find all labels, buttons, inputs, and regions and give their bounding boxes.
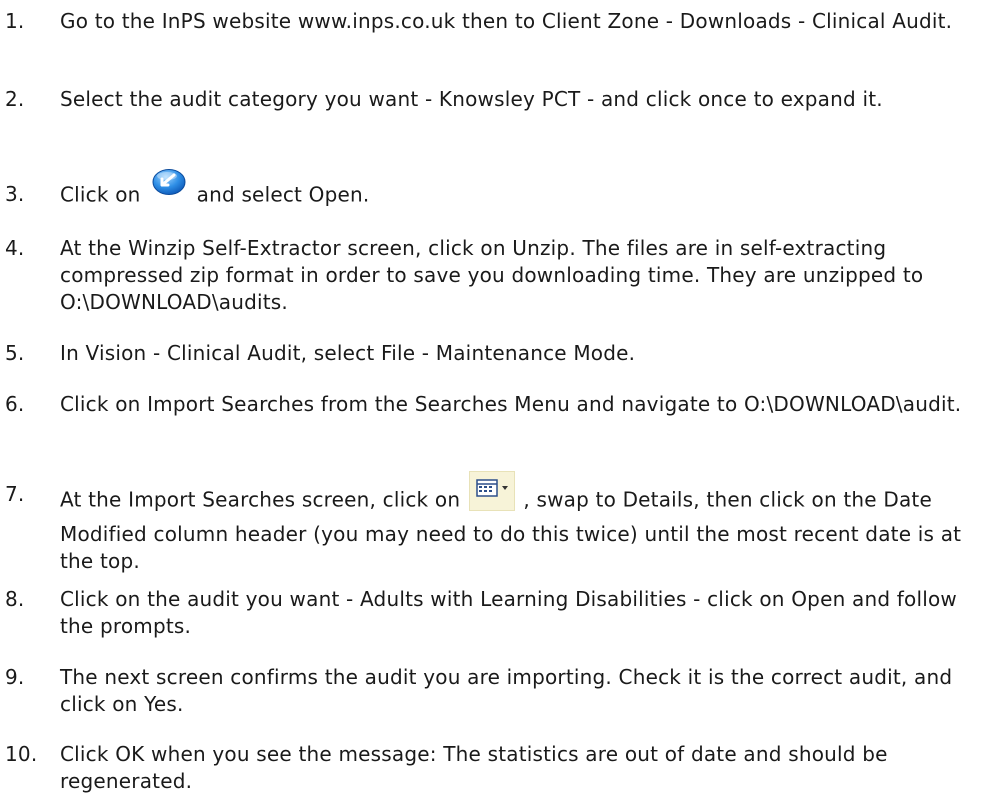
step-3: 3. Click on and select Open. [0, 169, 985, 211]
step-number: 4. [5, 236, 25, 260]
step-6: 6. Click on Import Searches from the Sea… [0, 391, 985, 418]
step-text: Click on the audit you want - Adults wit… [60, 587, 957, 638]
step-7: 7. At the Import Searches screen, click … [0, 471, 985, 575]
step-10: 10. Click OK when you see the message: T… [0, 741, 985, 795]
step-number: 1. [5, 9, 25, 33]
step-9: 9. The next screen confirms the audit yo… [0, 664, 985, 718]
step-number: 6. [5, 392, 25, 416]
step-number: 5. [5, 341, 25, 365]
step-number: 7. [5, 482, 25, 506]
step-text: In Vision - Clinical Audit, select File … [60, 341, 636, 365]
step-4: 4. At the Winzip Self-Extractor screen, … [0, 235, 985, 316]
step-2: 2. Select the audit category you want - … [0, 86, 985, 113]
views-menu-icon [468, 471, 515, 511]
step-number: 3. [5, 182, 25, 206]
step-text: Click on [60, 182, 141, 207]
step-text: At the Import Searches screen, click on [60, 487, 461, 512]
step-text: Click on Import Searches from the Search… [60, 392, 962, 416]
step-text: The next screen confirms the audit you a… [60, 665, 953, 716]
step-8: 8. Click on the audit you want - Adults … [0, 586, 985, 640]
step-number: 2. [5, 87, 25, 111]
step-text: At the Winzip Self-Extractor screen, cli… [60, 236, 924, 314]
step-text: Select the audit category you want - Kno… [60, 87, 883, 111]
step-text: Go to the InPS website www.inps.co.uk th… [60, 9, 953, 33]
step-1: 1. Go to the InPS website www.inps.co.uk… [0, 8, 985, 35]
download-icon [151, 167, 187, 197]
step-5: 5. In Vision - Clinical Audit, select Fi… [0, 340, 985, 367]
instructions-document: 1. Go to the InPS website www.inps.co.uk… [0, 0, 995, 793]
step-text-continued: and select Open. [196, 182, 370, 207]
step-text: Click OK when you see the message: The s… [60, 742, 888, 793]
step-number: 9. [5, 665, 25, 689]
step-number: 10. [5, 742, 38, 766]
step-number: 8. [5, 587, 25, 611]
